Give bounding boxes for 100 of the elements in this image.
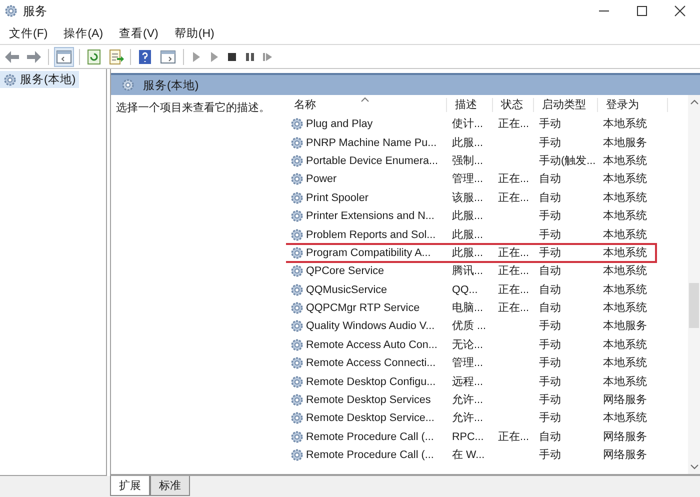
table-cell: 自动: [539, 190, 561, 205]
table-cell: 本地系统: [603, 117, 647, 132]
table-cell: QQMusicService: [306, 284, 387, 296]
table-cell: 此服...: [452, 246, 483, 260]
table-cell: 本地服务: [603, 136, 647, 150]
table-cell: Portable Device Enumera...: [306, 154, 438, 167]
view-tab[interactable]: 扩展: [110, 476, 150, 496]
play-icon[interactable]: [190, 50, 202, 64]
table-cell: 远程...: [452, 374, 483, 389]
column-header[interactable]: 描述: [447, 98, 493, 112]
table-cell: 本地系统: [603, 338, 647, 352]
gear-icon: [290, 154, 304, 168]
export-list-icon[interactable]: [108, 48, 124, 64]
gear-icon: [121, 78, 135, 92]
table-cell: 本地系统: [603, 264, 647, 278]
table-cell: 本地系统: [603, 228, 647, 242]
play-icon[interactable]: [208, 50, 220, 64]
table-cell: Remote Procedure Call (...: [306, 449, 434, 462]
table-cell: 本地服务: [603, 319, 647, 334]
table-cell: 自动: [539, 282, 561, 297]
forward-arrow-icon[interactable]: [26, 50, 42, 64]
table-cell: 此服...: [452, 209, 483, 224]
table-cell: 正在...: [498, 190, 529, 205]
table-cell: Plug and Play: [306, 118, 373, 130]
tree-item[interactable]: 服务(本地): [0, 71, 79, 88]
table-cell: 本地系统: [603, 411, 647, 426]
table-cell: Remote Access Connecti...: [306, 357, 436, 370]
gear-icon: [290, 117, 304, 132]
column-header[interactable]: 名称: [286, 98, 447, 112]
scroll-up-icon[interactable]: [690, 99, 698, 105]
console-tree-icon[interactable]: [55, 48, 73, 66]
menu-item[interactable]: 帮助(H): [174, 26, 214, 40]
table-cell: 正在...: [498, 264, 529, 278]
table-cell: QQPCMgr RTP Service: [306, 302, 420, 314]
table-cell: Quality Windows Audio V...: [306, 320, 435, 332]
table-cell: 本地系统: [603, 209, 647, 224]
gear-icon: [290, 190, 304, 205]
scrollbar-thumb[interactable]: [689, 283, 699, 328]
table-cell: 网络服务: [603, 430, 647, 444]
table-cell: 允许...: [452, 393, 483, 408]
table-cell: 在 W...: [452, 448, 485, 462]
pane-title: 服务(本地): [143, 78, 199, 92]
table-cell: Remote Desktop Configu...: [306, 376, 436, 388]
table-cell: 网络服务: [603, 448, 647, 462]
table-cell: Remote Procedure Call (...: [306, 430, 434, 443]
table-cell: 正在...: [498, 246, 529, 260]
gear-icon: [290, 356, 304, 370]
properties-icon[interactable]: [159, 48, 177, 66]
gear-icon: [290, 338, 304, 352]
gear-icon: [290, 301, 304, 316]
table-cell: 本地系统: [603, 356, 647, 370]
table-cell: 自动: [539, 172, 561, 186]
menu-item[interactable]: 文件(F): [9, 26, 48, 40]
gear-icon: [290, 264, 304, 278]
table-cell: 允许...: [452, 411, 483, 426]
refresh-icon[interactable]: [86, 48, 102, 64]
menu-item[interactable]: 操作(A): [64, 26, 104, 40]
table-cell: RPC...: [452, 430, 484, 443]
table-cell: 强制...: [452, 154, 483, 168]
table-cell: 网络服务: [603, 393, 647, 408]
view-tab[interactable]: 标准: [150, 476, 190, 496]
table-cell: 手动: [539, 319, 561, 334]
table-cell: 本地系统: [603, 282, 647, 297]
table-cell: 手动: [539, 136, 561, 150]
table-cell: 本地系统: [603, 246, 647, 260]
table-cell: 正在...: [498, 430, 529, 444]
gear-icon: [290, 448, 304, 462]
table-cell: 此服...: [452, 228, 483, 242]
table-cell: QQ...: [452, 284, 478, 296]
column-header[interactable]: 登录为: [598, 98, 668, 112]
table-cell: Problem Reports and Sol...: [306, 228, 436, 241]
table-cell: 手动: [539, 338, 561, 352]
table-cell: 正在...: [498, 117, 529, 132]
scroll-down-icon[interactable]: [690, 464, 698, 470]
gear-icon: [290, 172, 304, 186]
table-cell: 正在...: [498, 282, 529, 297]
maximize-icon[interactable]: [636, 5, 648, 17]
table-cell: Printer Extensions and N...: [306, 210, 434, 222]
close-icon[interactable]: [674, 5, 686, 17]
gear-icon: [290, 430, 304, 444]
table-cell: 优质 ...: [452, 319, 486, 334]
gear-icon: [290, 411, 304, 426]
column-header[interactable]: 状态: [493, 98, 534, 112]
table-cell: 自动: [539, 264, 561, 278]
table-cell: Print Spooler: [306, 192, 368, 204]
gear-icon: [290, 282, 304, 297]
back-arrow-icon[interactable]: [4, 50, 20, 64]
table-cell: 此服...: [452, 136, 483, 150]
description-text: 选择一个项目来查看它的描述。: [116, 102, 270, 114]
table-cell: Program Compatibility A...: [306, 246, 431, 259]
column-header[interactable]: 启动类型: [534, 98, 598, 112]
gear-icon: [290, 374, 304, 389]
gear-icon: [290, 393, 304, 408]
gear-icon: [290, 246, 304, 260]
menu-item[interactable]: 查看(V): [119, 26, 158, 40]
help-icon[interactable]: [137, 48, 153, 64]
table-cell: Remote Access Auto Con...: [306, 338, 438, 351]
table-cell: 自动: [539, 301, 561, 316]
gear-icon: [290, 209, 304, 224]
table-cell: 管理...: [452, 356, 483, 370]
